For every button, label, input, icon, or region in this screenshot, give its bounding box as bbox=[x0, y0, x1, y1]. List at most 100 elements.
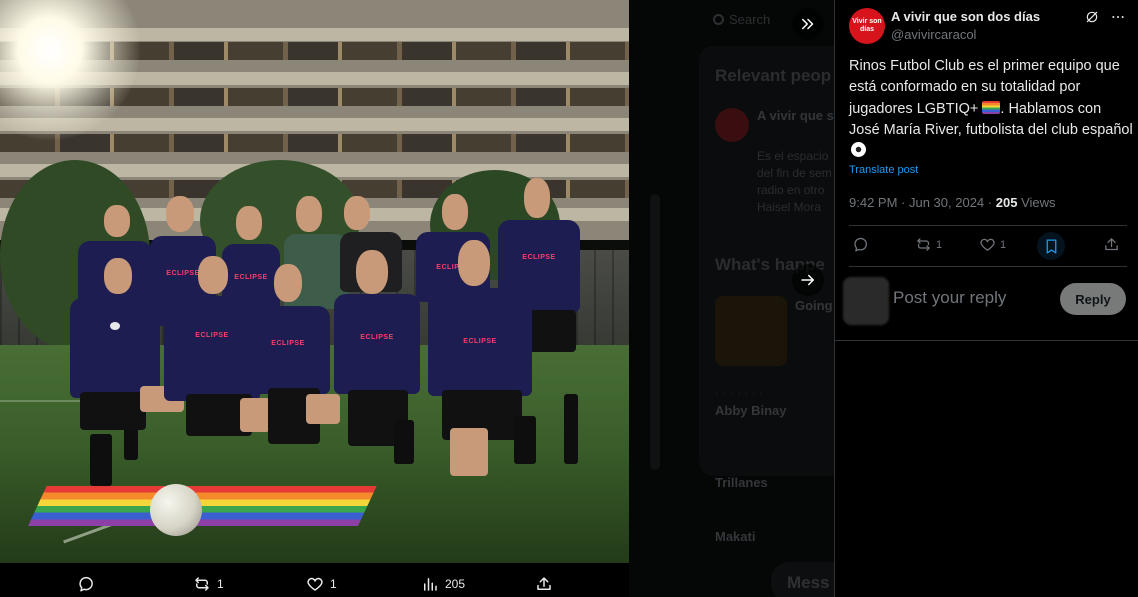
soccer-ball bbox=[150, 484, 202, 536]
views-chart-icon bbox=[424, 578, 437, 591]
player-leg bbox=[240, 398, 270, 432]
relevant-bio-line: radio en otro bbox=[757, 183, 825, 197]
player-sock bbox=[394, 420, 414, 464]
relevant-bio-line: Es el espacio bbox=[757, 149, 829, 163]
user-avatar bbox=[843, 277, 889, 325]
media-reply-button[interactable] bbox=[78, 575, 96, 593]
search-placeholder: Search bbox=[729, 12, 771, 27]
player-leg bbox=[306, 394, 340, 424]
post-detail-panel: Vivir son días A vivir que son dos días … bbox=[834, 0, 1138, 597]
reply-button[interactable] bbox=[853, 236, 870, 253]
sponsor-logo: ECLIPSE bbox=[463, 338, 497, 345]
player-shorts bbox=[80, 392, 146, 430]
rainbow-flag-emoji bbox=[982, 100, 1001, 114]
bookmark-highlight bbox=[1037, 232, 1065, 260]
media-views-count: 205 bbox=[445, 577, 466, 591]
post-date[interactable]: Jun 30, 2024 bbox=[909, 195, 984, 210]
bookmark-icon bbox=[1046, 238, 1056, 254]
player-head bbox=[104, 205, 130, 237]
post-meta: 9:42 PM · Jun 30, 2024 · 205 Views bbox=[849, 195, 1056, 210]
reply-icon bbox=[854, 237, 867, 252]
rainbow-flag bbox=[28, 486, 377, 526]
player-head bbox=[344, 196, 370, 230]
views-label: Views bbox=[1021, 195, 1056, 210]
reply-submit-button[interactable]: Reply bbox=[1060, 283, 1126, 315]
reply-input[interactable]: Post your reply bbox=[893, 288, 1006, 308]
repost-button[interactable]: 1 bbox=[915, 236, 942, 253]
player-head bbox=[442, 194, 468, 230]
player-head bbox=[166, 196, 194, 232]
post-time[interactable]: 9:42 PM bbox=[849, 195, 897, 210]
reply-composer: Post your reply Reply bbox=[835, 267, 1138, 341]
trend-label: Going bbox=[795, 298, 833, 313]
share-button[interactable] bbox=[1103, 236, 1120, 253]
next-media-button[interactable] bbox=[792, 264, 824, 296]
translate-post-link[interactable]: Translate post bbox=[849, 164, 918, 176]
author-avatar[interactable]: Vivir son días bbox=[849, 8, 885, 44]
share-icon bbox=[537, 577, 551, 590]
search-icon bbox=[713, 14, 724, 25]
player-head bbox=[198, 256, 228, 294]
relevant-bio-line: Haisel Mora bbox=[757, 200, 822, 214]
post-header-icons bbox=[1084, 9, 1126, 25]
player-head bbox=[236, 206, 262, 240]
relevant-name: A vivir que s bbox=[757, 108, 834, 123]
relevant-avatar bbox=[715, 108, 749, 142]
player-sock bbox=[90, 434, 112, 486]
repost-icon bbox=[195, 577, 209, 591]
sponsor-logo: ECLIPSE bbox=[166, 270, 200, 277]
media-viewer[interactable]: ECLIPSE ECLIPSE ECLIPSE ECLIPSE ECLIPSE … bbox=[0, 0, 629, 563]
relevant-bio-line: del fin de sem bbox=[757, 166, 832, 180]
repost-count: 1 bbox=[936, 238, 943, 251]
sponsor-logo: ECLIPSE bbox=[234, 274, 268, 281]
sponsor-logo: ECLIPSE bbox=[271, 340, 305, 347]
views-count: 205 bbox=[995, 195, 1018, 210]
trend-name: Abby Binay bbox=[715, 403, 787, 418]
player-shirt: ECLIPSE bbox=[428, 288, 532, 396]
media-views-button[interactable]: 205 bbox=[421, 575, 465, 593]
team-photo: ECLIPSE ECLIPSE ECLIPSE ECLIPSE ECLIPSE … bbox=[0, 0, 629, 563]
arrow-right-icon bbox=[801, 274, 814, 286]
double-chevron-right-icon bbox=[802, 18, 814, 30]
reply-icon bbox=[79, 576, 93, 592]
like-count: 1 bbox=[1000, 238, 1007, 251]
player-shirt: ECLIPSE bbox=[334, 294, 420, 394]
repost-icon bbox=[917, 238, 930, 251]
divider bbox=[849, 225, 1127, 226]
bookmark-button[interactable] bbox=[1037, 232, 1065, 260]
post-actions: 1 1 bbox=[849, 232, 1129, 260]
background-scrollbar bbox=[650, 194, 660, 470]
sponsor-logo: ECLIPSE bbox=[522, 254, 556, 261]
sponsor-logo: ECLIPSE bbox=[195, 332, 229, 339]
trend-meta: · · · · · · · bbox=[715, 386, 763, 400]
media-repost-button[interactable]: 1 bbox=[193, 575, 224, 593]
media-action-bar: 1 1 205 bbox=[0, 563, 629, 597]
media-share-button[interactable] bbox=[535, 575, 553, 593]
media-like-button[interactable]: 1 bbox=[306, 575, 337, 593]
soccer-ball-emoji bbox=[851, 142, 866, 158]
player-head bbox=[104, 258, 132, 294]
background-page: Search Relevant peop A vivir que s Es el… bbox=[629, 0, 834, 597]
background-search: Search bbox=[713, 12, 770, 27]
player-sock bbox=[564, 394, 578, 464]
player-head bbox=[274, 264, 302, 302]
player-head bbox=[524, 178, 550, 218]
heart-icon bbox=[307, 577, 323, 591]
pitch-line bbox=[0, 400, 90, 402]
trend-thumbnail bbox=[715, 296, 787, 366]
grok-icon[interactable] bbox=[1084, 9, 1100, 25]
author-handle[interactable]: @avivircaracol bbox=[891, 27, 1040, 42]
player-head bbox=[356, 250, 388, 294]
media-repost-count: 1 bbox=[217, 577, 224, 591]
post-author[interactable]: Vivir son días A vivir que son dos días … bbox=[849, 8, 1040, 44]
more-options-icon[interactable] bbox=[1110, 9, 1126, 25]
media-like-count: 1 bbox=[330, 577, 337, 591]
player-head bbox=[296, 196, 322, 232]
share-icon bbox=[1105, 238, 1118, 251]
like-button[interactable]: 1 bbox=[979, 236, 1006, 253]
relevant-people-heading: Relevant peop bbox=[715, 66, 832, 85]
author-display-name[interactable]: A vivir que son dos días bbox=[891, 9, 1040, 24]
player-shirt bbox=[70, 298, 160, 398]
trend-name: Trillanes bbox=[715, 475, 768, 490]
collapse-panel-button[interactable] bbox=[792, 8, 824, 40]
